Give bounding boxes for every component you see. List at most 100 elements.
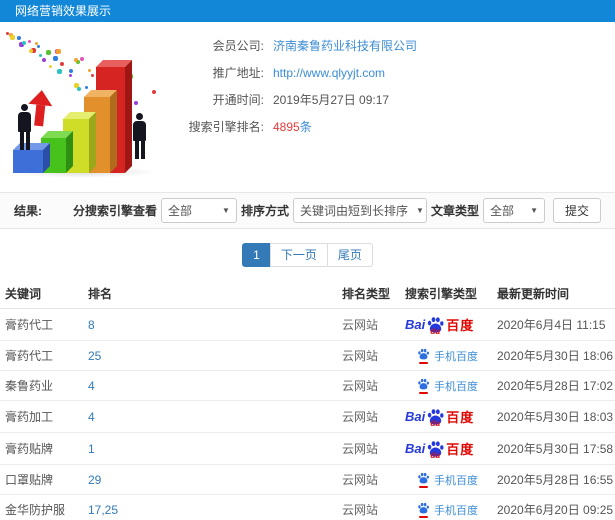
updated-time-cell: 2020年5月28日 16:55 — [497, 464, 615, 495]
info-row: 搜索引擎排名: 4895条 — [178, 119, 615, 136]
baidu-mobile-logo: 手机百度 — [417, 472, 478, 488]
rank-link[interactable]: 4 — [88, 379, 95, 393]
article-type-selected-value: 全部 — [489, 204, 514, 218]
confetti-dot — [36, 45, 40, 49]
confetti-dot — [85, 85, 89, 89]
baidu-pc-logo: Bai du 百度 — [405, 408, 475, 428]
confetti-dot — [28, 49, 33, 54]
updated-time-cell: 2020年5月30日 17:58 — [497, 432, 615, 465]
confetti-dot — [68, 69, 73, 74]
confetti-dot — [56, 68, 62, 74]
rank-link[interactable]: 29 — [88, 473, 101, 487]
rank-type-cell: 云网站 — [342, 400, 405, 433]
submit-button[interactable]: 提交 — [552, 198, 601, 223]
table-row: 膏药加工 4 云网站 Bai du 百度 2020年5月30日 18:03 — [0, 400, 615, 433]
info-label: 会员公司: — [212, 39, 264, 53]
page-title: 网络营销效果展示 — [15, 4, 112, 18]
updated-time-cell: 2020年5月28日 17:02 — [497, 370, 615, 401]
businessman-figure-left — [18, 104, 31, 150]
column-header: 排名 — [88, 278, 342, 309]
confetti-dot — [88, 68, 92, 72]
table-header-row: 关键词 排名 排名类型 搜索引擎类型 最新更新时间 — [0, 278, 615, 309]
baidu-paw-icon — [418, 472, 429, 483]
rank-cell: 8 — [88, 308, 342, 341]
search-engine-cell: 手机百度 — [405, 370, 497, 401]
confetti-dot — [27, 40, 31, 44]
rank-link[interactable]: 1 — [88, 442, 95, 456]
keyword-cell: 膏药代工 — [0, 340, 88, 371]
baidu-pc-logo: Bai du 百度 — [405, 316, 475, 336]
baidu-pc-logo: Bai du 百度 — [405, 440, 475, 460]
company-info-fields: 会员公司: 济南秦鲁药业科技有限公司 推广地址: http://www.qlyyjt.… — [178, 22, 615, 136]
article-type-select[interactable]: 全部 ▼ — [482, 198, 545, 223]
chart-bar — [13, 143, 50, 173]
search-engine-cell: 手机百度 — [405, 340, 497, 371]
baidu-paw-icon — [418, 378, 429, 389]
sort-selected-value: 关键词由短到长排序 — [299, 204, 408, 218]
ranking-count: 4895 — [273, 120, 300, 134]
engine-view-select[interactable]: 全部 ▼ — [160, 198, 237, 223]
rank-cell: 4 — [88, 400, 342, 433]
search-engine-cell: 手机百度 — [405, 494, 497, 520]
updated-time-cell: 2020年6月4日 11:15 — [497, 308, 615, 341]
table-row: 膏药代工 25 云网站 手机百度 2020年5月30日 18:06 — [0, 340, 615, 371]
confetti-dot — [21, 40, 26, 45]
confetti-dot — [56, 49, 62, 55]
rank-link[interactable]: 8 — [88, 318, 95, 332]
updated-time-cell: 2020年6月20日 09:25 — [497, 494, 615, 520]
info-value-link[interactable]: http://www.qlyyjt.com — [273, 65, 385, 82]
keyword-cell: 秦鲁药业 — [0, 370, 88, 401]
page-button[interactable]: 尾页 — [326, 243, 373, 267]
chevron-down-icon: ▼ — [222, 206, 230, 215]
result-label: 结果: — [14, 204, 42, 218]
table-row: 秦鲁药业 4 云网站 手机百度 2020年5月28日 17:02 — [0, 370, 615, 401]
rank-link[interactable]: 25 — [88, 349, 101, 363]
rank-type-cell: 云网站 — [342, 340, 405, 371]
column-header: 关键词 — [0, 278, 88, 309]
page-button[interactable]: 下一页 — [269, 243, 328, 267]
businessman-figure-right — [133, 113, 146, 159]
confetti-dot — [10, 35, 16, 41]
rank-link[interactable]: 17,25 — [88, 503, 118, 517]
page-button-current[interactable]: 1 — [242, 243, 271, 267]
info-label: 开通时间: — [212, 93, 264, 107]
ranking-unit: 条 — [299, 120, 312, 134]
table-row: 金华防护服 17,25 云网站 手机百度 2020年6月20日 09:25 — [0, 494, 615, 520]
sort-label: 排序方式 — [240, 204, 289, 218]
rank-type-cell: 云网站 — [342, 308, 405, 341]
confetti-dot — [133, 100, 138, 105]
confetti-dot — [45, 50, 51, 56]
sort-select[interactable]: 关键词由短到长排序 ▼ — [292, 198, 427, 223]
table-row: 口罩贴牌 29 云网站 手机百度 2020年5月28日 16:55 — [0, 464, 615, 495]
info-row: 会员公司: 济南秦鲁药业科技有限公司 — [178, 38, 615, 55]
keyword-cell: 膏药贴牌 — [0, 432, 88, 465]
pagination-section: 1 下一页 尾页 — [0, 229, 615, 278]
keyword-cell: 膏药代工 — [0, 308, 88, 341]
updated-time-cell: 2020年5月30日 18:03 — [497, 400, 615, 433]
info-row: 推广地址: http://www.qlyyjt.com — [178, 65, 615, 82]
column-header: 搜索引擎类型 — [405, 278, 497, 309]
rank-link[interactable]: 4 — [88, 410, 95, 424]
info-label: 推广地址: — [212, 66, 264, 80]
search-engine-cell: Bai du 百度 — [405, 308, 497, 341]
chevron-down-icon: ▼ — [415, 206, 424, 215]
results-table: 关键词 排名 排名类型 搜索引擎类型 最新更新时间 膏药代工 8 云网站 Bai du … — [0, 278, 615, 520]
info-value: 2019年5月27日 09:17 — [273, 93, 390, 107]
confetti-dot — [60, 62, 65, 67]
keyword-cell: 口罩贴牌 — [0, 464, 88, 495]
rank-type-cell: 云网站 — [342, 370, 405, 401]
rank-cell: 29 — [88, 464, 342, 495]
confetti-dot — [53, 55, 59, 61]
keyword-cell: 金华防护服 — [0, 494, 88, 520]
table-row: 膏药代工 8 云网站 Bai du 百度 2020年6月4日 11:15 — [0, 308, 615, 341]
table-row: 膏药贴牌 1 云网站 Bai du 百度 2020年5月30日 17:58 — [0, 432, 615, 465]
confetti-dot — [77, 86, 82, 91]
rank-cell: 4 — [88, 370, 342, 401]
confetti-dot — [69, 73, 73, 77]
info-value-link[interactable]: 济南秦鲁药业科技有限公司 — [273, 38, 417, 55]
window-title-bar: 网络营销效果展示 — [0, 0, 615, 22]
info-value: 4895条 — [273, 119, 312, 136]
info-row: 开通时间: 2019年5月27日 09:17 — [178, 92, 615, 109]
rank-cell: 1 — [88, 432, 342, 465]
search-engine-cell: Bai du 百度 — [405, 400, 497, 433]
